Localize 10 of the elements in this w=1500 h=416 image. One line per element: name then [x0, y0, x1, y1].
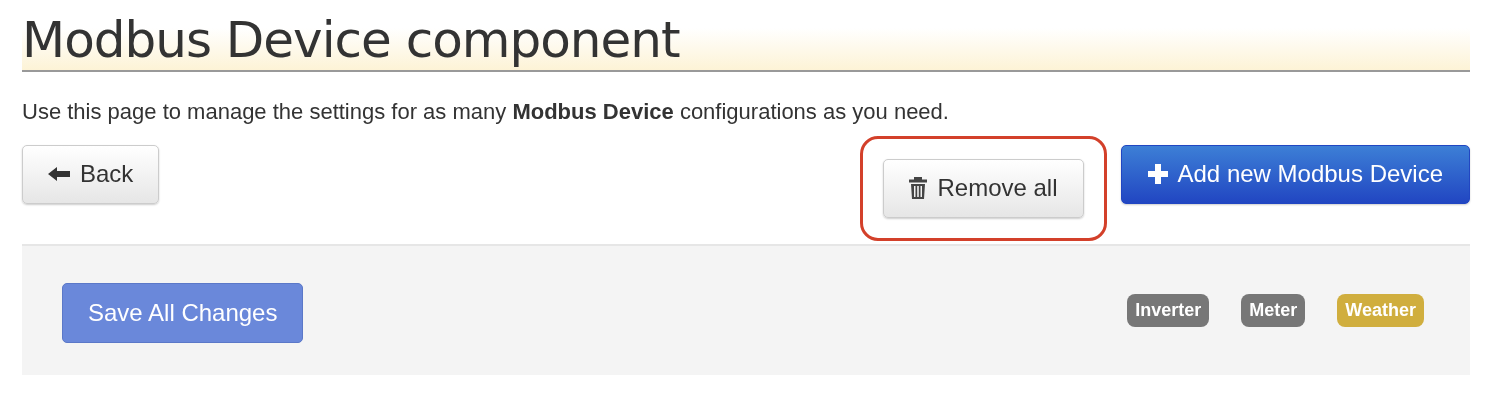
device-type-tag: Inverter [1127, 294, 1210, 327]
back-button[interactable]: Back [22, 144, 160, 204]
device-type-tag: Meter [1241, 294, 1306, 327]
plus-icon [1147, 164, 1168, 184]
arrow-left-icon [48, 166, 70, 182]
remove-all-button[interactable]: Remove all [883, 158, 1084, 218]
add-device-button[interactable]: Add new Modbus Device [1120, 144, 1470, 204]
page-description: Use this page to manage the settings for as many Modbus Device configurations as you need. [22, 98, 950, 126]
trash-icon [909, 177, 928, 199]
device-type-tag: Weather [1337, 294, 1424, 327]
